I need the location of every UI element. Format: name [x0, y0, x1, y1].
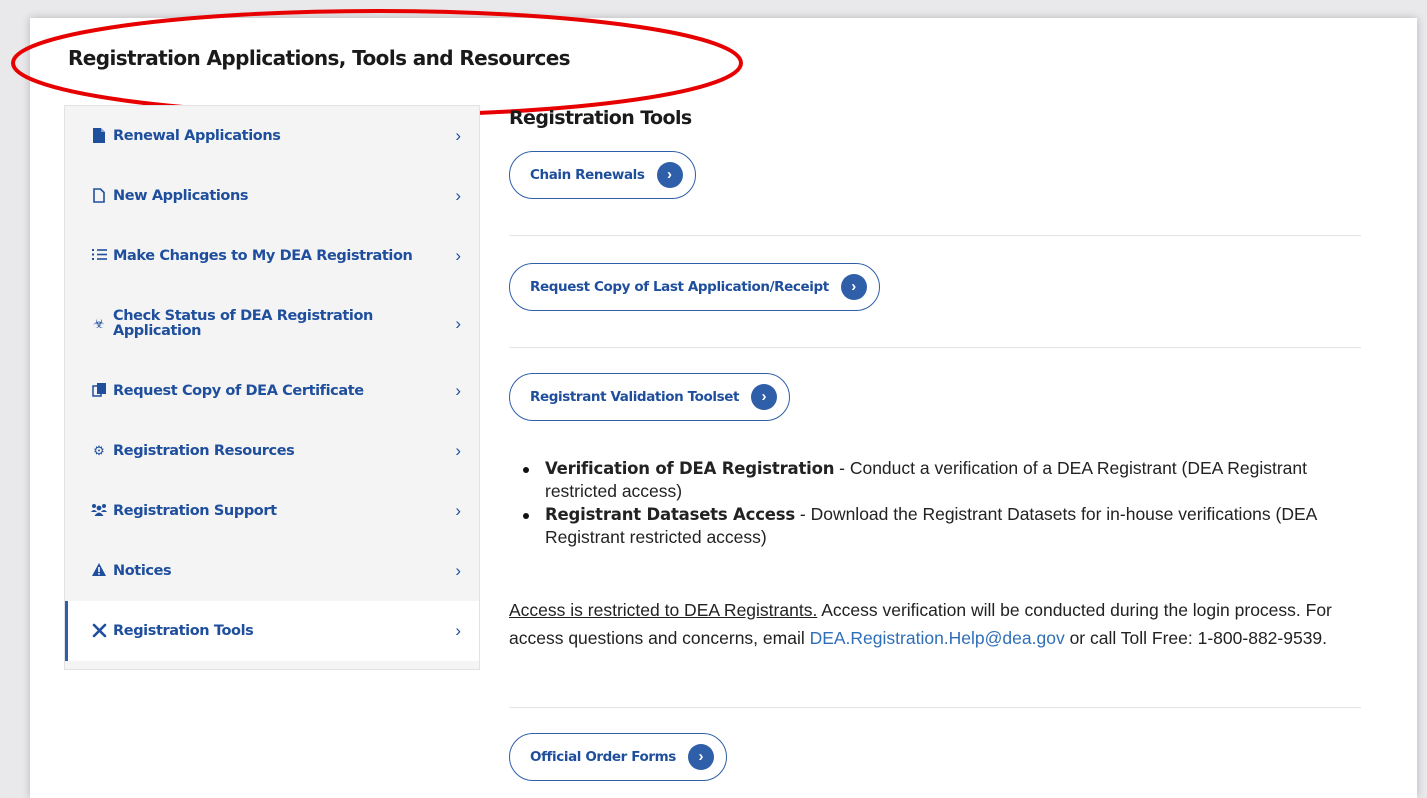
sidebar-item-notices[interactable]: Notices ›	[65, 541, 479, 601]
toolset-bullet-list: Verification of DEA Registration - Condu…	[509, 457, 1369, 549]
bullet-title: Verification of DEA Registration	[545, 459, 835, 478]
sidebar-item-request-certificate[interactable]: Request Copy of DEA Certificate ›	[65, 361, 479, 421]
chevron-right-icon: ›	[455, 126, 461, 145]
section-title: Registration Tools	[509, 107, 692, 129]
sidebar-item-label: Registration Support	[113, 502, 277, 519]
bullet-title: Registrant Datasets Access	[545, 505, 796, 524]
sidebar-item-label: Registration Resources	[113, 442, 295, 459]
chevron-right-icon: ›	[455, 186, 461, 205]
arrow-right-icon: ›	[751, 384, 778, 410]
sidebar-item-label: Make Changes to My DEA Registration	[113, 247, 413, 264]
email-link[interactable]: DEA.Registration.Help@dea.gov	[810, 628, 1065, 648]
validation-toolset-button[interactable]: Registrant Validation Toolset ›	[509, 373, 791, 421]
restricted-notice: Access is restricted to DEA Registrants.	[509, 600, 818, 620]
chain-renewals-button[interactable]: Chain Renewals ›	[509, 151, 696, 199]
list-icon	[91, 248, 107, 264]
sidebar-item-new-applications[interactable]: New Applications ›	[65, 166, 479, 226]
warning-icon	[91, 563, 107, 579]
sidebar-item-make-changes[interactable]: Make Changes to My DEA Registration ›	[65, 226, 479, 286]
sidebar-item-check-status[interactable]: ☣ Check Status of DEA Registration Appli…	[65, 286, 479, 361]
chevron-right-icon: ›	[455, 561, 461, 580]
sidebar-item-registration-resources[interactable]: ⚙ Registration Resources ›	[65, 421, 479, 481]
copy-icon	[91, 383, 107, 399]
sidebar-item-registration-support[interactable]: Registration Support ›	[65, 481, 479, 541]
arrow-right-icon: ›	[840, 274, 867, 300]
sidebar-item-label: New Applications	[113, 187, 249, 204]
arrow-right-icon: ›	[656, 162, 683, 188]
sidebar-item-label: Request Copy of DEA Certificate	[113, 382, 364, 399]
chevron-right-icon: ›	[455, 381, 461, 400]
request-copy-button[interactable]: Request Copy of Last Application/Receipt…	[509, 263, 880, 311]
file-icon	[91, 128, 107, 144]
divider	[509, 707, 1361, 708]
arrow-right-icon: ›	[687, 744, 714, 770]
tools-icon	[91, 623, 107, 639]
button-label: Registrant Validation Toolset	[530, 389, 740, 405]
chevron-right-icon: ›	[455, 246, 461, 265]
sidebar-item-label: Registration Tools	[113, 622, 254, 639]
access-text-phone: or call Toll Free: 1-800-882-9539.	[1064, 628, 1328, 648]
gears-icon: ⚙	[93, 443, 105, 458]
button-label: Chain Renewals	[530, 167, 645, 183]
chevron-right-icon: ›	[455, 313, 461, 333]
list-item: Verification of DEA Registration - Condu…	[509, 457, 1369, 503]
biohazard-icon: ☣	[93, 315, 105, 331]
page-title: Registration Applications, Tools and Res…	[68, 46, 571, 70]
sidebar-item-label: Notices	[113, 562, 172, 579]
sidebar-item-label: Check Status of DEA Registration Applica…	[113, 307, 373, 339]
chevron-right-icon: ›	[455, 621, 461, 640]
sidebar-item-label: Renewal Applications	[113, 127, 281, 144]
chevron-right-icon: ›	[455, 441, 461, 460]
sidebar-item-renewal-applications[interactable]: Renewal Applications ›	[65, 106, 479, 166]
official-order-forms-button[interactable]: Official Order Forms ›	[509, 733, 727, 781]
access-notice: Access is restricted to DEA Registrants.…	[509, 596, 1369, 652]
chevron-right-icon: ›	[455, 501, 461, 520]
list-item: Registrant Datasets Access - Download th…	[509, 503, 1369, 549]
divider	[509, 347, 1361, 348]
button-label: Official Order Forms	[530, 749, 676, 765]
file-outline-icon	[91, 188, 107, 204]
button-label: Request Copy of Last Application/Receipt	[530, 279, 829, 295]
users-icon	[91, 503, 107, 519]
divider	[509, 235, 1361, 236]
sidebar-nav: Renewal Applications › New Applications …	[64, 105, 480, 670]
sidebar-item-registration-tools[interactable]: Registration Tools ›	[65, 601, 479, 661]
